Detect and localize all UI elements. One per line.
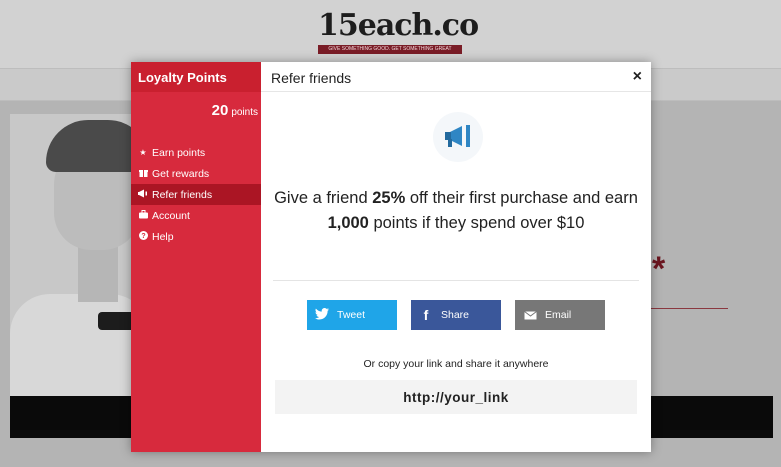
facebook-icon: f: [423, 307, 429, 323]
sidebar-item-earn-points[interactable]: ★ Earn points: [131, 142, 261, 163]
sidebar-item-label: Help: [152, 230, 174, 243]
photo-neck: [78, 242, 118, 302]
copy-link-instructions: Or copy your link and share it anywhere: [363, 358, 549, 370]
site-header: 15each.co GIVE SOMETHING GOOD. GET SOMET…: [0, 0, 781, 68]
question-circle-icon: ?: [138, 231, 148, 242]
megaphone-illustration: [433, 112, 483, 162]
points-unit: points: [231, 107, 258, 118]
sidebar-item-label: Account: [152, 209, 190, 222]
svg-text:?: ?: [141, 233, 145, 240]
sidebar-item-label: Refer friends: [152, 188, 213, 201]
star-icon: ★: [139, 148, 147, 157]
sidebar-item-label: Earn points: [152, 146, 206, 159]
envelope-icon: [515, 307, 545, 323]
email-label: Email: [545, 309, 572, 321]
sidebar-title: Loyalty Points: [131, 62, 261, 92]
loyalty-modal: Loyalty Points 20 points ★ Earn points Ge…: [131, 62, 651, 452]
divider: [273, 280, 639, 281]
megaphone-icon: [445, 125, 470, 147]
tweet-button[interactable]: Tweet: [307, 300, 397, 330]
background-star-icon: *: [652, 250, 666, 288]
refer-friends-panel: Refer friends × Give a friend 25% off th…: [261, 62, 651, 452]
megaphone-icon: [138, 189, 148, 200]
share-label: Share: [441, 309, 470, 321]
close-button[interactable]: ×: [633, 68, 642, 86]
loyalty-sidebar: Loyalty Points 20 points ★ Earn points Ge…: [131, 62, 261, 452]
panel-title: Refer friends: [261, 62, 651, 92]
offer-text: off their first purchase and earn: [405, 189, 638, 207]
offer-text: Give a friend: [274, 189, 373, 207]
offer-discount: 25%: [372, 189, 406, 207]
points-value: 20: [211, 102, 229, 119]
facebook-share-button[interactable]: f Share: [411, 300, 501, 330]
offer-points: 1,000: [327, 213, 369, 232]
site-logo[interactable]: 15each.co GIVE SOMETHING GOOD. GET SOMET…: [318, 8, 479, 60]
sidebar-item-refer-friends[interactable]: Refer friends: [131, 184, 261, 205]
sidebar-item-account[interactable]: Account: [131, 205, 261, 226]
logo-wordmark: 15each.co: [318, 8, 479, 43]
sidebar-item-help[interactable]: ? Help: [131, 226, 261, 247]
sidebar-item-get-rewards[interactable]: Get rewards: [131, 163, 261, 184]
email-share-button[interactable]: Email: [515, 300, 605, 330]
points-balance: 20 points: [212, 102, 258, 120]
sidebar-menu: ★ Earn points Get rewards Refer friends: [131, 142, 261, 247]
gift-icon: [138, 168, 148, 179]
tweet-label: Tweet: [337, 309, 366, 321]
referral-offer-text: Give a friend 25% off their first purcha…: [271, 186, 641, 235]
hero-photo: [10, 114, 150, 414]
sidebar-item-label: Get rewards: [152, 167, 210, 180]
twitter-icon: [307, 307, 337, 323]
background-divider: [648, 308, 728, 309]
logo-tagline: GIVE SOMETHING GOOD. GET SOMETHING GREAT: [318, 45, 462, 54]
briefcase-icon: [138, 210, 148, 221]
offer-text: points if they spend over $10: [368, 213, 585, 232]
referral-link-field[interactable]: http://your_link: [275, 380, 637, 414]
